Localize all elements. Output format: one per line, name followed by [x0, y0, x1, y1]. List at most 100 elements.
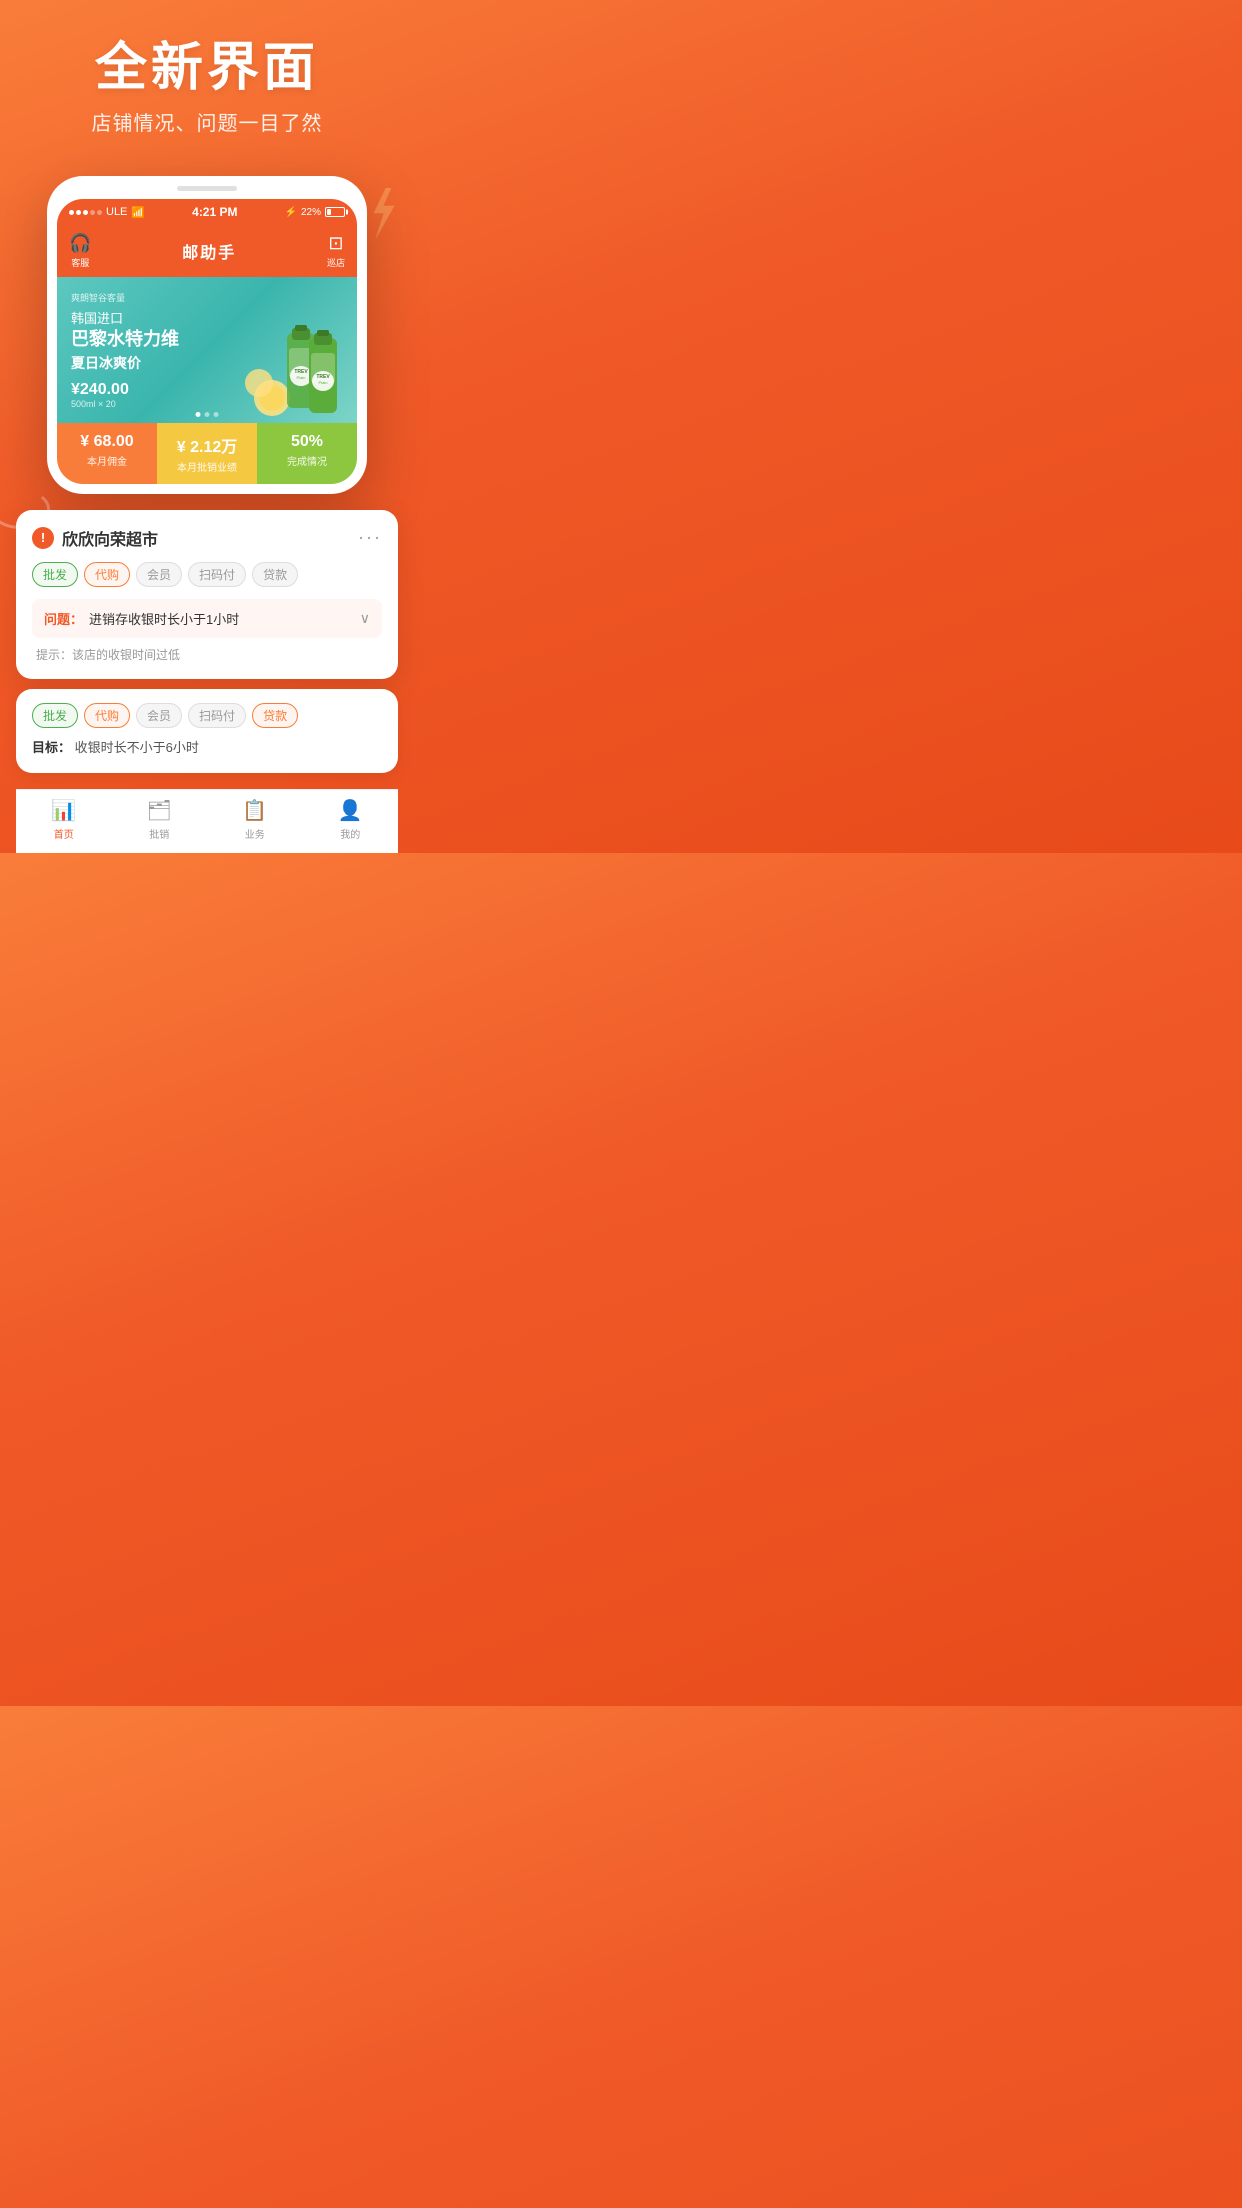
svg-text:Plain: Plain — [297, 375, 306, 380]
tab-wholesale[interactable]: 🗂 批销 — [112, 798, 208, 841]
signal-dot-3 — [83, 210, 88, 215]
store-section: ! 欣欣向荣超市 ··· 批发 代购 会员 扫码付 贷款 问题： 进销存收银时长… — [0, 510, 414, 853]
wifi-icon: 📶 — [131, 206, 145, 219]
scan-icon: ⊡ — [327, 233, 345, 254]
bottles-svg: TREV Plain TREV Plain — [237, 323, 347, 423]
wholesale-icon: 🗂 — [147, 798, 172, 823]
tab-wholesale-label: 批销 — [149, 826, 169, 841]
problem-text: 进销存收银时长小于1小时 — [89, 609, 360, 628]
sales-stat[interactable]: ¥ 2.12万 本月批销业绩 — [157, 423, 257, 484]
status-right: ⚡ 22% — [285, 207, 345, 218]
banner-dots — [196, 412, 219, 417]
goal-text: 收银时长不小于6小时 — [75, 740, 199, 755]
problem-row[interactable]: 问题： 进销存收银时长小于1小时 ∨ — [32, 599, 382, 638]
carrier-label: ULE — [106, 206, 127, 218]
app-title: 邮助手 — [182, 239, 236, 263]
banner-origin: 韩国进口 — [71, 308, 179, 327]
price-unit: 500ml × 20 — [71, 399, 179, 409]
status-time: 4:21 PM — [192, 205, 237, 219]
tab-business[interactable]: 📋 业务 — [207, 798, 303, 841]
profile-icon: 👤 — [338, 798, 363, 823]
more-button[interactable]: ··· — [358, 527, 382, 548]
stats-row: ¥ 68.00 本月佣金 ¥ 2.12万 本月批销业绩 50% 完成情况 — [57, 423, 357, 484]
commission-stat[interactable]: ¥ 68.00 本月佣金 — [57, 423, 157, 484]
status-left: ULE 📶 — [69, 206, 145, 219]
tab-profile[interactable]: 👤 我的 — [303, 798, 399, 841]
banner-dot-2 — [205, 412, 210, 417]
banner-price-area: ¥240.00 500ml × 20 — [71, 381, 179, 409]
product-banner[interactable]: 爽朗智谷客量 韩国进口 巴黎水特力维 夏日冰爽价 ¥240.00 500ml ×… — [57, 277, 357, 423]
customer-service-button[interactable]: 🎧 客服 — [69, 233, 91, 269]
signal-dot-2 — [76, 210, 81, 215]
problem-label: 问题： — [44, 609, 83, 628]
tag-wholesale[interactable]: 批发 — [32, 562, 78, 587]
completion-amount: 50% — [263, 433, 351, 451]
tab-bar: 📊 首页 🗂 批销 📋 业务 👤 我的 — [16, 789, 398, 853]
battery-icon — [325, 207, 345, 217]
tag-scan-pay[interactable]: 扫码付 — [188, 562, 246, 587]
tab-profile-label: 我的 — [340, 826, 360, 841]
banner-dot-1 — [196, 412, 201, 417]
battery-fill — [327, 209, 331, 215]
store-tags: 批发 代购 会员 扫码付 贷款 — [32, 562, 382, 587]
banner-text-area: 爽朗智谷客量 韩国进口 巴黎水特力维 夏日冰爽价 ¥240.00 500ml ×… — [71, 291, 179, 409]
store-card: ! 欣欣向荣超市 ··· 批发 代购 会员 扫码付 贷款 问题： 进销存收银时长… — [16, 510, 398, 679]
alert-icon: ! — [32, 527, 54, 549]
banner-promo-text: 夏日冰爽价 — [71, 353, 179, 373]
snippet-tag-loan[interactable]: 贷款 — [252, 703, 298, 728]
headset-icon: 🎧 — [69, 233, 91, 254]
bottle-illustration: TREV Plain TREV Plain — [237, 323, 347, 423]
commission-label: 本月佣金 — [63, 453, 151, 468]
signal-dot-5 — [97, 210, 102, 215]
tab-home[interactable]: 📊 首页 — [16, 798, 112, 841]
bluetooth-icon: ⚡ — [285, 207, 297, 218]
tag-member[interactable]: 会员 — [136, 562, 182, 587]
snippet-tag-scan-pay[interactable]: 扫码付 — [188, 703, 246, 728]
tab-home-label: 首页 — [54, 826, 74, 841]
sales-label: 本月批销业绩 — [163, 459, 251, 474]
goal-label: 目标： — [32, 740, 71, 755]
tab-business-label: 业务 — [245, 826, 265, 841]
banner-dot-3 — [214, 412, 219, 417]
signal-dot-1 — [69, 210, 74, 215]
header-section: 全新界面 店铺情况、问题一目了然 — [0, 0, 414, 156]
phone-mockup: ULE 📶 4:21 PM ⚡ 22% 🎧 客服 邮助手 — [47, 176, 367, 494]
app-header: 🎧 客服 邮助手 ⊡ 巡店 — [57, 225, 357, 277]
second-store-snippet: 批发 代购 会员 扫码付 贷款 目标： 收银时长不小于6小时 — [16, 689, 398, 773]
phone-screen: ULE 📶 4:21 PM ⚡ 22% 🎧 客服 邮助手 — [57, 199, 357, 484]
snippet-tag-member[interactable]: 会员 — [136, 703, 182, 728]
tag-loan[interactable]: 贷款 — [252, 562, 298, 587]
signal-dots — [69, 210, 102, 215]
svg-text:Plain: Plain — [319, 380, 328, 385]
battery-percent: 22% — [301, 207, 321, 218]
main-subtitle: 店铺情况、问题一目了然 — [20, 107, 394, 136]
patrol-button[interactable]: ⊡ 巡店 — [327, 233, 345, 269]
phone-notch — [177, 186, 237, 191]
banner-small-text: 爽朗智谷客量 — [71, 291, 179, 304]
status-bar: ULE 📶 4:21 PM ⚡ 22% — [57, 199, 357, 225]
patrol-label: 巡店 — [327, 256, 345, 269]
home-icon: 📊 — [51, 798, 76, 823]
snippet-goal: 目标： 收银时长不小于6小时 — [32, 738, 382, 759]
chevron-down-icon: ∨ — [360, 610, 370, 627]
signal-dot-4 — [90, 210, 95, 215]
store-name-row: ! 欣欣向荣超市 — [32, 526, 158, 550]
business-icon: 📋 — [242, 798, 267, 823]
sales-amount: ¥ 2.12万 — [163, 433, 251, 457]
tag-proxy[interactable]: 代购 — [84, 562, 130, 587]
main-title: 全新界面 — [20, 40, 394, 97]
commission-amount: ¥ 68.00 — [63, 433, 151, 451]
customer-service-label: 客服 — [69, 256, 91, 269]
price-amount: ¥240.00 — [71, 381, 129, 398]
hint-text: 提示：该店的收银时间过低 — [32, 646, 382, 663]
phone-wrapper: ULE 📶 4:21 PM ⚡ 22% 🎧 客服 邮助手 — [0, 176, 414, 494]
store-card-header: ! 欣欣向荣超市 ··· — [32, 526, 382, 550]
store-name: 欣欣向荣超市 — [62, 526, 158, 550]
snippet-tag-proxy[interactable]: 代购 — [84, 703, 130, 728]
completion-label: 完成情况 — [263, 453, 351, 468]
banner-price: ¥240.00 — [71, 381, 179, 399]
snippet-tags: 批发 代购 会员 扫码付 贷款 — [32, 703, 382, 728]
banner-product-name: 巴黎水特力维 — [71, 329, 179, 351]
snippet-tag-wholesale[interactable]: 批发 — [32, 703, 78, 728]
completion-stat[interactable]: 50% 完成情况 — [257, 423, 357, 484]
